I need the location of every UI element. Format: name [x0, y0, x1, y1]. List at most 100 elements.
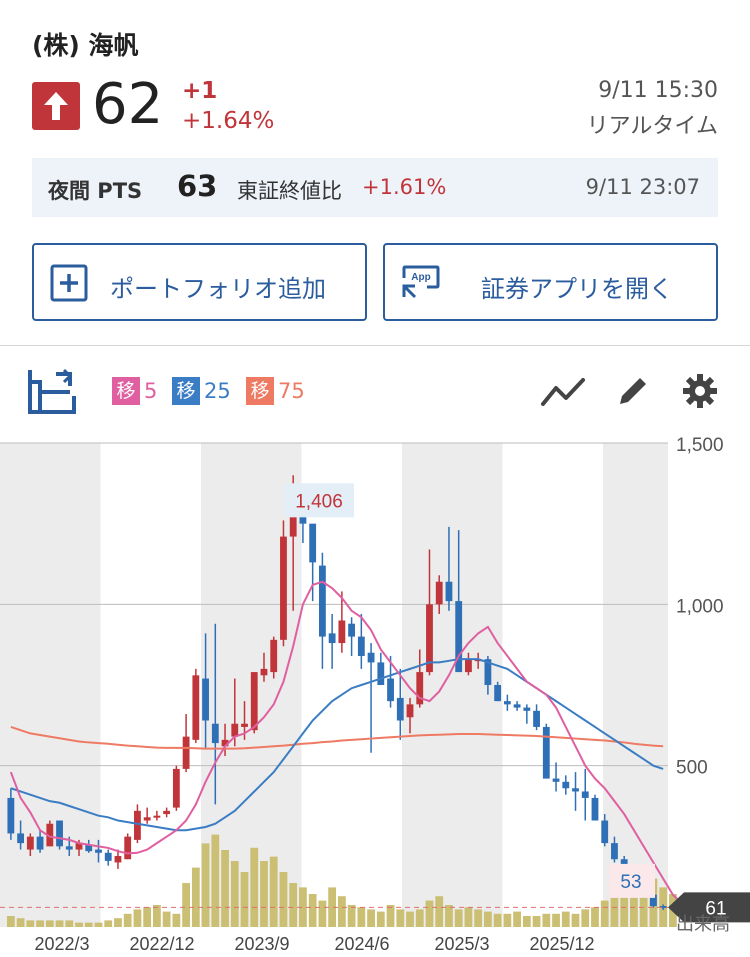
candle-body — [445, 581, 453, 602]
volume-bar — [191, 867, 200, 927]
volume-bar — [6, 916, 15, 927]
volume-bar — [552, 913, 560, 927]
volume-bar — [162, 911, 171, 927]
volume-bar — [522, 916, 531, 927]
trend-line-icon[interactable] — [540, 374, 586, 414]
volume-bar — [26, 920, 35, 927]
candle-body — [280, 536, 287, 640]
ma25-value: 25 — [204, 379, 231, 403]
candle-body — [124, 836, 132, 860]
candle-body — [523, 707, 531, 711]
realtime-label: リアルタイム — [586, 114, 718, 139]
volume-bar — [123, 913, 132, 927]
volume-label: 出来高 — [676, 914, 730, 934]
candle-body — [494, 685, 502, 702]
volume-bar — [114, 918, 122, 927]
volume-bar — [532, 916, 541, 927]
ma5-value: 5 — [144, 379, 158, 403]
candle-body — [465, 659, 472, 673]
x-tick-label: 2023/9 — [234, 934, 289, 954]
volume-bar — [435, 896, 444, 927]
volume-bar — [493, 913, 502, 927]
ma5-tag: 移 — [112, 377, 140, 405]
volume-bar — [386, 905, 395, 927]
volume-bar — [260, 861, 268, 927]
volume-bar — [94, 922, 103, 927]
ma5-legend: 移5 — [112, 377, 157, 405]
volume-bar — [279, 872, 288, 927]
pts-compare-pct: +1.61% — [362, 175, 447, 199]
chart-band — [502, 443, 603, 927]
low-price-label: 53 — [620, 872, 641, 893]
candle-body — [377, 662, 385, 685]
volume-bar — [269, 856, 278, 927]
pencil-icon[interactable] — [616, 374, 650, 412]
volume-bar — [542, 913, 551, 927]
chart-band — [100, 443, 201, 927]
add-portfolio-button[interactable]: ポートフォリオ追加 — [32, 243, 367, 321]
candle-body — [542, 726, 550, 779]
x-tick-label: 2024/6 — [334, 934, 389, 954]
volume-bar — [318, 900, 327, 927]
candle-body — [601, 820, 609, 844]
ma75-tag: 移 — [246, 377, 274, 405]
candle-body — [7, 797, 15, 834]
app-icon-text: App — [411, 272, 430, 283]
volume-bar — [581, 909, 590, 927]
volume-bar — [571, 913, 580, 927]
chart-switch-icon[interactable] — [26, 368, 78, 420]
volume-bar — [308, 894, 317, 927]
volume-bar — [610, 896, 619, 927]
candle-body — [396, 697, 404, 721]
volume-bar — [561, 911, 570, 927]
plus-square-icon — [50, 264, 88, 302]
volume-bar — [474, 909, 483, 927]
volume-bar — [153, 905, 161, 927]
divider — [0, 345, 750, 346]
candle-body — [114, 856, 122, 863]
price-chart[interactable]: 1,500 1,000 500 2022/3 2022/12 2023/9 2024/6 20… — [0, 430, 750, 957]
candle-body — [95, 849, 102, 853]
chart-band — [0, 443, 101, 927]
candle-body — [182, 736, 190, 769]
candle-body — [318, 565, 326, 637]
candle-body — [26, 836, 34, 850]
candle-body — [357, 636, 365, 656]
candle-body — [192, 675, 200, 740]
candle-body — [328, 633, 336, 644]
candle-body — [309, 523, 317, 563]
volume-bar — [143, 907, 152, 927]
candle-body — [503, 701, 511, 705]
candle-body — [211, 723, 219, 744]
volume-bar — [357, 907, 366, 927]
volume-bar — [221, 850, 229, 927]
x-tick-label: 2022/12 — [129, 934, 194, 954]
volume-bar — [84, 922, 93, 927]
price-change-pct: +1.64% — [182, 108, 275, 134]
candle-body — [143, 817, 151, 821]
volume-bar — [133, 909, 142, 927]
candle-body — [435, 581, 443, 605]
volume-bar — [201, 843, 210, 927]
candle-body — [533, 710, 540, 727]
candle-body — [387, 678, 394, 702]
volume-bar — [396, 909, 405, 927]
candle-body — [260, 668, 268, 676]
candle-body — [104, 852, 112, 861]
candle-body — [36, 836, 44, 850]
candle-body — [572, 788, 579, 792]
open-securities-app-button[interactable]: App 証券アプリを開く — [383, 243, 718, 321]
pts-price: 63 — [177, 169, 218, 203]
candle-body — [250, 672, 258, 731]
pts-time: 9/11 23:07 — [585, 175, 700, 199]
volume-bar — [211, 834, 220, 927]
candle-body — [65, 846, 73, 850]
candle-body — [241, 723, 248, 727]
y-tick-label: 500 — [676, 758, 708, 779]
volume-bar — [600, 900, 609, 927]
app-icon: App — [401, 264, 440, 302]
volume-bar — [591, 907, 599, 927]
candle-body — [611, 843, 618, 860]
x-tick-label: 2022/3 — [34, 934, 89, 954]
gear-icon[interactable] — [682, 373, 718, 413]
